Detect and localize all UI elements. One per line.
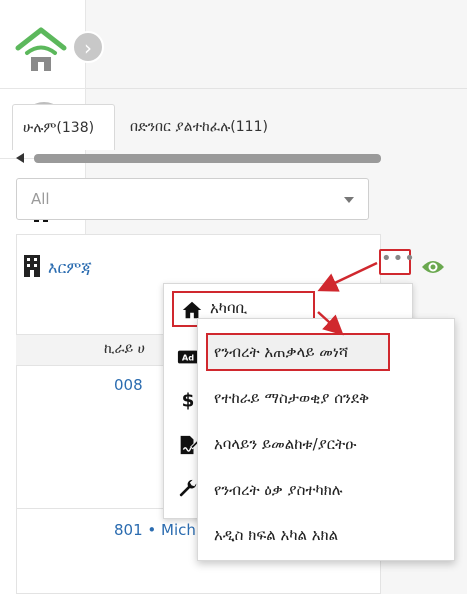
- submenu-item-property-overview[interactable]: የንብረት አጠቃላይ መነሻ: [214, 343, 348, 361]
- ad-icon[interactable]: Ad: [177, 346, 199, 368]
- property-title[interactable]: እርምጃ: [48, 258, 92, 278]
- svg-text:$: $: [182, 390, 195, 410]
- table-row[interactable]: 008: [114, 376, 143, 394]
- table-row[interactable]: 801 • Mich: [114, 521, 196, 539]
- sidebar-collapse-button[interactable]: ›: [72, 31, 104, 63]
- submenu-item-tenant-banner[interactable]: የተከራይ ማስታወቂያ ሰንደቅ: [214, 389, 369, 407]
- submenu-item-view-edit-members[interactable]: አባላይን ይመልከቱ/ያርትዑ: [214, 435, 356, 453]
- building-icon: [22, 255, 42, 277]
- document-edit-icon[interactable]: [177, 434, 200, 456]
- top-bar: [86, 0, 467, 89]
- wrench-icon[interactable]: [177, 478, 199, 500]
- scroll-thumb[interactable]: [34, 154, 381, 163]
- app-logo[interactable]: [14, 26, 68, 72]
- dollar-icon[interactable]: $: [177, 388, 199, 411]
- tab-all[interactable]: ሁሉም(138): [12, 104, 115, 150]
- more-options-button[interactable]: •••: [379, 249, 415, 275]
- submenu-item-add-unit[interactable]: አዲስ ክፍል አካል አክል: [214, 526, 338, 544]
- sidebar-divider: [0, 88, 86, 89]
- table-header: ኪራይ ሀ: [16, 334, 166, 366]
- table-header-label: ኪራይ ሀ: [104, 341, 145, 357]
- submenu-item-edit-property-items[interactable]: የንብረት ዕቃ ያስተካክሉ: [214, 481, 343, 499]
- svg-text:Ad: Ad: [182, 353, 194, 363]
- caret-down-icon: [344, 197, 354, 203]
- tab-bar: ሁሉም(138) በድንበር ያልተከፈሉ(111): [12, 104, 381, 150]
- menu-item-location-label: አካባቢ: [210, 299, 248, 317]
- horizontal-scrollbar[interactable]: [16, 152, 381, 164]
- filter-select[interactable]: All: [16, 178, 369, 220]
- row-divider: [16, 508, 166, 509]
- eye-icon[interactable]: [421, 258, 445, 276]
- filter-select-value: All: [31, 190, 50, 208]
- tab-unpaid[interactable]: በድንበር ያልተከፈሉ(111): [120, 104, 278, 150]
- scroll-left-icon[interactable]: [16, 153, 24, 163]
